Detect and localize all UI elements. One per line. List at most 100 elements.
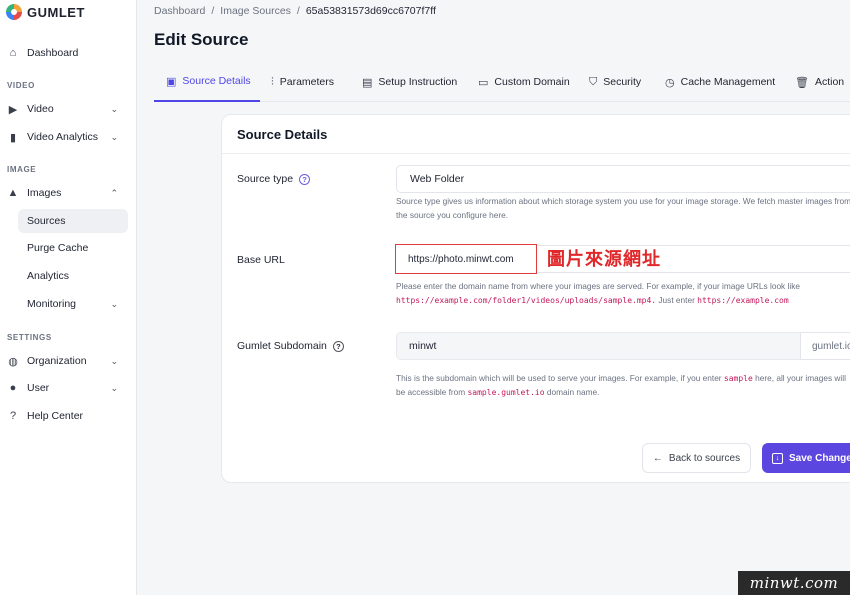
- breadcrumb-dashboard[interactable]: Dashboard: [154, 5, 205, 17]
- subdomain-input[interactable]: minwt: [396, 332, 801, 360]
- hint-text: Please enter the domain name from where …: [396, 281, 800, 291]
- select-value: Web Folder: [410, 173, 465, 185]
- tab-bar: ▣ Source Details ⫶ Parameters ▤ Setup In…: [154, 62, 850, 102]
- tab-label: Source Details: [182, 75, 251, 87]
- home-icon: ⌂: [9, 47, 17, 59]
- tab-custom-domain[interactable]: ▭ Custom Domain: [478, 62, 570, 102]
- section-label-settings: SETTINGS: [7, 333, 52, 342]
- sidebar-item-label: Sources: [27, 215, 66, 227]
- save-changes-button[interactable]: ↓ Save Changes: [762, 443, 850, 473]
- sidebar-item-analytics[interactable]: Analytics: [18, 264, 128, 288]
- hint-code: https://example.com/folder1/videos/uploa…: [396, 295, 657, 305]
- sidebar-item-dashboard[interactable]: ⌂ Dashboard: [4, 41, 128, 65]
- hint-code: https://example.com: [697, 295, 789, 305]
- chevron-down-icon: ⌄: [110, 298, 118, 309]
- sidebar-item-label: Video Analytics: [27, 131, 99, 143]
- sidebar-item-label: Purge Cache: [27, 242, 89, 254]
- back-to-sources-button[interactable]: ← Back to sources: [642, 443, 751, 473]
- breadcrumb-image-sources[interactable]: Image Sources: [220, 5, 291, 17]
- tab-parameters[interactable]: ⫶ Parameters: [271, 62, 334, 102]
- image-icon: ▣: [166, 75, 177, 88]
- video-icon: ▶: [8, 103, 18, 116]
- tab-action[interactable]: 🗑 Action: [795, 62, 844, 102]
- watermark: minwt.com: [738, 571, 850, 595]
- hint-code: sample: [723, 374, 753, 383]
- sidebar-item-label: Dashboard: [27, 47, 79, 59]
- bar-chart-icon: ▮: [9, 131, 17, 144]
- section-label-video: VIDEO: [7, 81, 35, 90]
- save-icon: ↓: [772, 452, 783, 464]
- sidebar-item-video[interactable]: ▶ Video ⌄: [4, 97, 128, 121]
- globe-icon: ◍: [8, 355, 18, 368]
- sidebar-item-sources[interactable]: Sources: [18, 209, 128, 233]
- breadcrumb-current: 65a53831573d69cc6707f7ff: [305, 5, 436, 17]
- tab-cache-management[interactable]: ◷ Cache Management: [665, 62, 775, 102]
- sidebar-item-monitoring[interactable]: Monitoring ⌄: [18, 292, 128, 316]
- breadcrumb: Dashboard / Image Sources / 65a53831573d…: [154, 5, 436, 17]
- gumlet-logo-icon: [6, 4, 22, 20]
- help-icon[interactable]: ?: [332, 340, 344, 352]
- sidebar-item-user[interactable]: ● User ⌄: [4, 376, 128, 400]
- section-label-image: IMAGE: [7, 165, 37, 174]
- sidebar: GUMLET ⌂ Dashboard VIDEO ▶ Video ⌄ ▮ Vid…: [0, 0, 137, 595]
- card-icon: ▭: [478, 76, 489, 89]
- code-file-icon: ▤: [362, 76, 373, 89]
- sidebar-item-images[interactable]: ▲ Images ⌃: [4, 181, 128, 205]
- button-label: Save Changes: [789, 452, 850, 464]
- tab-setup-instruction[interactable]: ▤ Setup Instruction: [362, 62, 457, 102]
- hint-text: Just enter: [658, 294, 695, 305]
- brand-name: GUMLET: [27, 4, 85, 20]
- chevron-down-icon: ⌄: [110, 103, 118, 114]
- breadcrumb-separator: /: [211, 5, 215, 17]
- breadcrumb-separator: /: [296, 5, 300, 17]
- sidebar-item-video-analytics[interactable]: ▮ Video Analytics ⌄: [4, 125, 128, 149]
- help-icon[interactable]: ?: [299, 173, 311, 185]
- sidebar-item-label: Video: [27, 103, 54, 115]
- field-label-text: Gumlet Subdomain: [237, 340, 327, 352]
- clock-icon: ◷: [665, 76, 675, 89]
- tab-security[interactable]: ⛉ Security: [589, 62, 641, 102]
- page-title: Edit Source: [154, 30, 249, 49]
- source-type-select[interactable]: Web Folder ⌄: [396, 165, 850, 193]
- field-label-text: Source type: [237, 173, 294, 185]
- sidebar-item-organization[interactable]: ◍ Organization ⌄: [4, 349, 128, 373]
- sidebar-item-help-center[interactable]: ? Help Center: [4, 404, 128, 428]
- sidebar-item-label: Images: [27, 187, 62, 199]
- source-details-card: Source Details Source type ? Web Folder …: [221, 114, 850, 483]
- arrow-left-icon: ←: [652, 452, 663, 464]
- sliders-icon: ⫶: [271, 75, 274, 88]
- base-url-label: Base URL: [237, 254, 285, 266]
- hint-code: sample.gumlet.io: [467, 387, 545, 397]
- sidebar-item-purge-cache[interactable]: Purge Cache: [18, 236, 128, 260]
- annotation-text: 圖片來源網址: [547, 249, 661, 270]
- user-icon: ●: [9, 382, 17, 394]
- button-label: Back to sources: [668, 452, 741, 464]
- chevron-down-icon: ⌄: [110, 382, 118, 393]
- chevron-down-icon: ⌄: [110, 355, 118, 366]
- sidebar-item-label: Analytics: [27, 270, 70, 282]
- brand-logo[interactable]: GUMLET: [6, 4, 85, 20]
- tab-label: Cache Management: [680, 76, 776, 88]
- sidebar-item-label: Help Center: [27, 410, 84, 422]
- source-type-label: Source type ?: [237, 173, 311, 185]
- sidebar-item-label: Organization: [27, 355, 87, 367]
- tab-label: Custom Domain: [494, 76, 570, 88]
- base-url-hint: Please enter the domain name from where …: [396, 280, 850, 307]
- tab-label: Security: [603, 76, 642, 88]
- tab-label: Action: [814, 76, 845, 88]
- trash-icon: 🗑: [795, 76, 809, 89]
- image-icon: ▲: [7, 187, 19, 199]
- divider: [222, 153, 850, 154]
- subdomain-suffix: gumlet.io: [800, 332, 850, 360]
- sidebar-item-label: Monitoring: [27, 298, 77, 310]
- shield-icon: ⛉: [589, 75, 598, 88]
- chevron-down-icon: ⌄: [110, 131, 118, 142]
- tab-source-details[interactable]: ▣ Source Details: [154, 62, 260, 102]
- subdomain-label: Gumlet Subdomain ?: [237, 340, 344, 352]
- hint-text: This is the subdomain which will be used…: [396, 373, 722, 383]
- chevron-up-icon: ⌃: [110, 187, 118, 198]
- hint-text: domain name.: [546, 386, 600, 397]
- help-circle-icon: ?: [9, 410, 17, 422]
- base-url-input[interactable]: https://photo.minwt.com: [395, 244, 537, 274]
- source-type-hint: Source type gives us information about w…: [396, 196, 850, 220]
